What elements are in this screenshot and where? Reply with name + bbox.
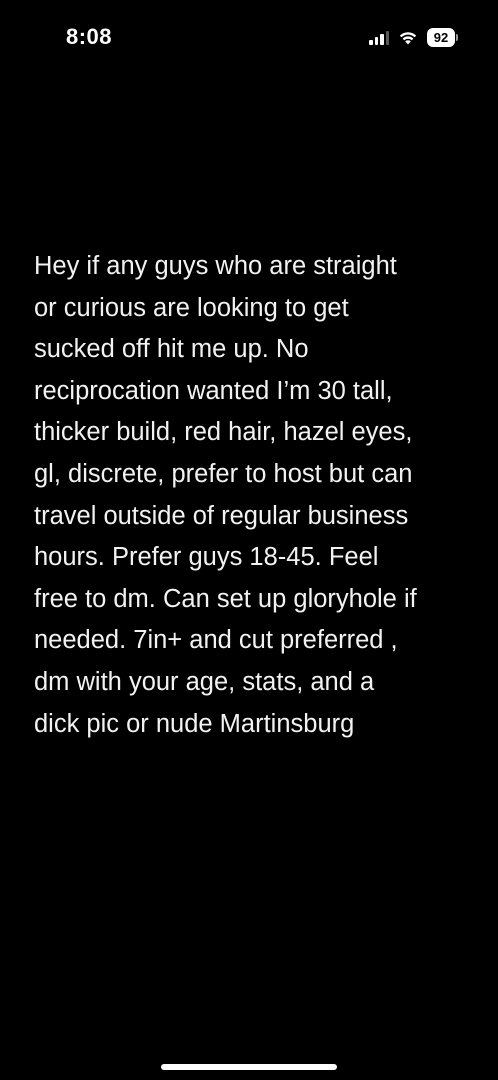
wifi-icon [398, 30, 418, 45]
battery-level: 92 [427, 27, 455, 47]
status-bar: 8:08 92 [0, 0, 498, 76]
post-text: Hey if any guys who are straight or curi… [34, 252, 417, 738]
status-icons: 92 [369, 26, 458, 48]
status-time: 8:08 [66, 24, 113, 49]
home-indicator[interactable] [161, 1064, 337, 1070]
battery-icon: 92 [427, 27, 458, 47]
cellular-signal-icon [369, 30, 389, 45]
